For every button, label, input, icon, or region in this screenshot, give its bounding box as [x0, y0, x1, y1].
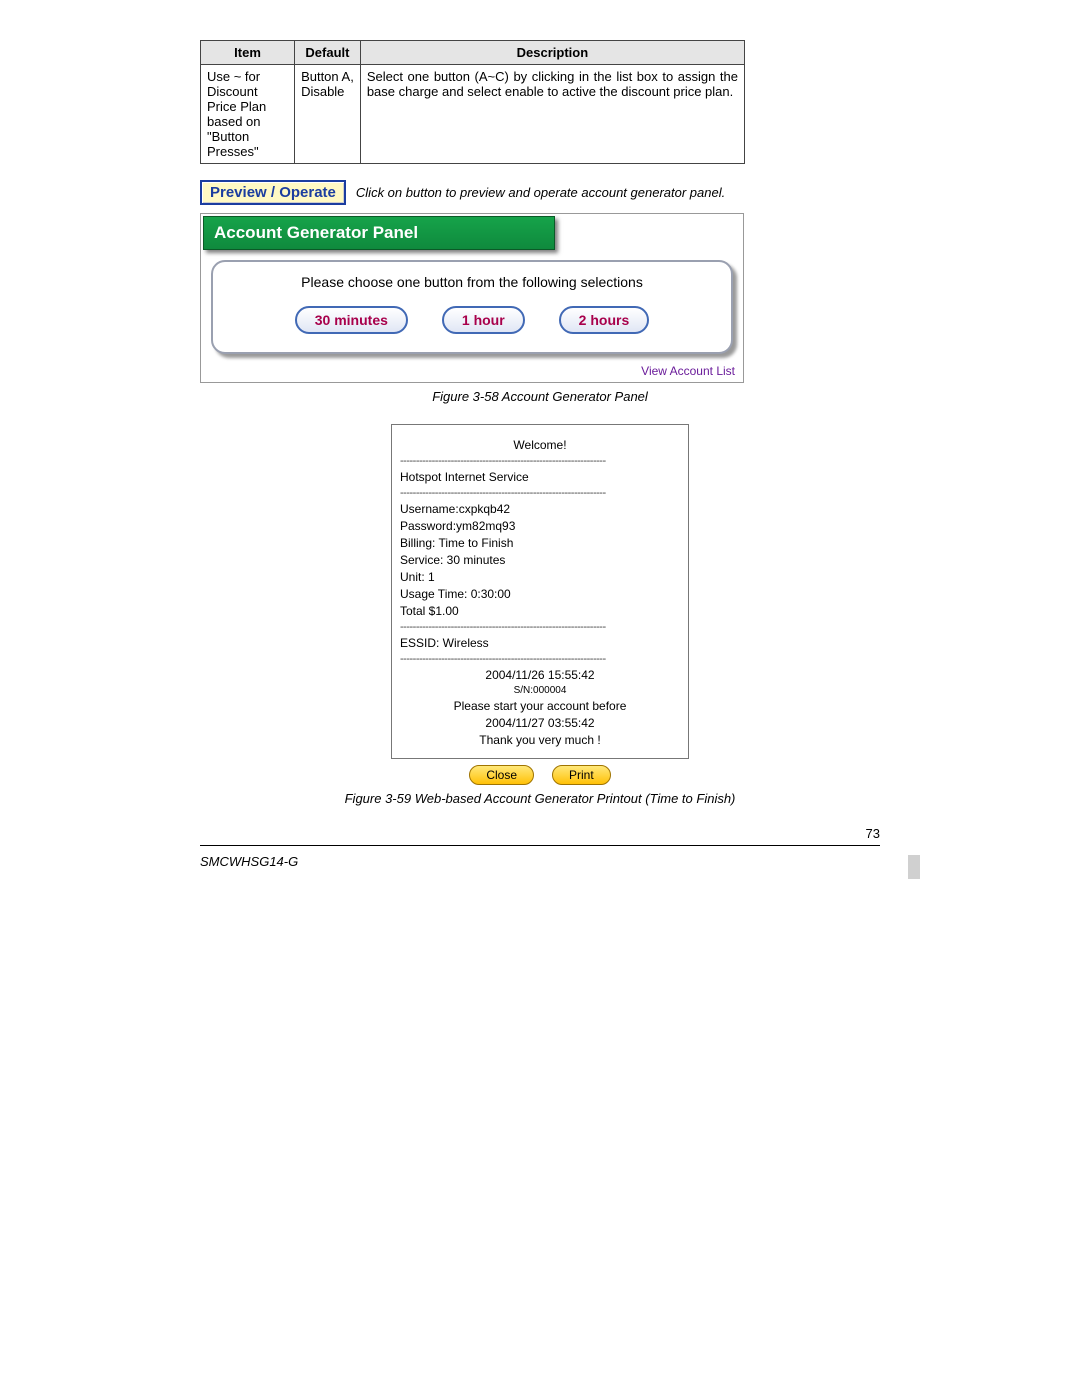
- ticket-total: Total $1.00: [400, 604, 680, 618]
- duration-2hours-button[interactable]: 2 hours: [559, 306, 650, 334]
- col-description: Description: [360, 41, 744, 65]
- item-line: "Button Presses": [207, 129, 288, 159]
- table-row: Use ~ for Discount Price Plan based on "…: [201, 65, 745, 164]
- default-line: Button A,: [301, 69, 354, 84]
- divider: ----------------------------------------…: [400, 487, 680, 499]
- ticket-welcome: Welcome!: [400, 438, 680, 452]
- ticket-password: Password:ym82mq93: [400, 519, 680, 533]
- preview-caption: Click on button to preview and operate a…: [356, 185, 725, 200]
- ticket-service: Service: 30 minutes: [400, 553, 680, 567]
- preview-operate-button[interactable]: Preview / Operate: [200, 180, 346, 205]
- col-item: Item: [201, 41, 295, 65]
- default-line: Disable: [301, 84, 354, 99]
- col-default: Default: [295, 41, 361, 65]
- ticket-startbefore-l1: Please start your account before: [400, 699, 680, 713]
- ticket-usage: Usage Time: 0:30:00: [400, 587, 680, 601]
- table-header-row: Item Default Description: [201, 41, 745, 65]
- item-line: Price Plan based on: [207, 99, 288, 129]
- ticket-unit: Unit: 1: [400, 570, 680, 584]
- panel-prompt: Please choose one button from the follow…: [227, 274, 717, 290]
- item-line: Use ~ for Discount: [207, 69, 288, 99]
- config-table: Item Default Description Use ~ for Disco…: [200, 40, 745, 164]
- page-number: 73: [200, 826, 880, 841]
- divider: ----------------------------------------…: [400, 621, 680, 633]
- ticket-timestamp: 2004/11/26 15:55:42: [400, 668, 680, 682]
- ticket-button-row: Close Print: [200, 765, 880, 785]
- panel-title: Account Generator Panel: [203, 216, 555, 250]
- ticket-printout-wrap: Welcome! -------------------------------…: [200, 424, 880, 785]
- cell-item: Use ~ for Discount Price Plan based on "…: [201, 65, 295, 164]
- divider: ----------------------------------------…: [400, 455, 680, 467]
- close-button[interactable]: Close: [469, 765, 534, 785]
- ticket-essid: ESSID: Wireless: [400, 636, 680, 650]
- cell-description: Select one button (A~C) by clicking in t…: [360, 65, 744, 164]
- duration-1hour-button[interactable]: 1 hour: [442, 306, 525, 334]
- ticket-printout: Welcome! -------------------------------…: [391, 424, 689, 759]
- duration-button-row: 30 minutes 1 hour 2 hours: [227, 306, 717, 334]
- panel-body: Please choose one button from the follow…: [211, 260, 733, 354]
- divider: ----------------------------------------…: [400, 653, 680, 665]
- duration-30min-button[interactable]: 30 minutes: [295, 306, 408, 334]
- ticket-billing: Billing: Time to Finish: [400, 536, 680, 550]
- side-tab-icon: [908, 855, 920, 879]
- footer-divider: [200, 845, 880, 846]
- cell-default: Button A, Disable: [295, 65, 361, 164]
- ticket-service-name: Hotspot Internet Service: [400, 470, 680, 484]
- ticket-sn: S/N:000004: [400, 685, 680, 696]
- ticket-username: Username:cxpkqb42: [400, 502, 680, 516]
- figure-caption-59: Figure 3-59 Web-based Account Generator …: [200, 791, 880, 806]
- model-id: SMCWHSG14-G: [200, 854, 880, 869]
- view-account-list-link[interactable]: View Account List: [201, 360, 743, 380]
- ticket-thanks: Thank you very much !: [400, 733, 680, 747]
- ticket-startbefore-l2: 2004/11/27 03:55:42: [400, 716, 680, 730]
- print-button[interactable]: Print: [552, 765, 611, 785]
- preview-operate-row: Preview / Operate Click on button to pre…: [200, 180, 880, 205]
- figure-caption-58: Figure 3-58 Account Generator Panel: [200, 389, 880, 404]
- account-generator-panel: Account Generator Panel Please choose on…: [200, 213, 744, 383]
